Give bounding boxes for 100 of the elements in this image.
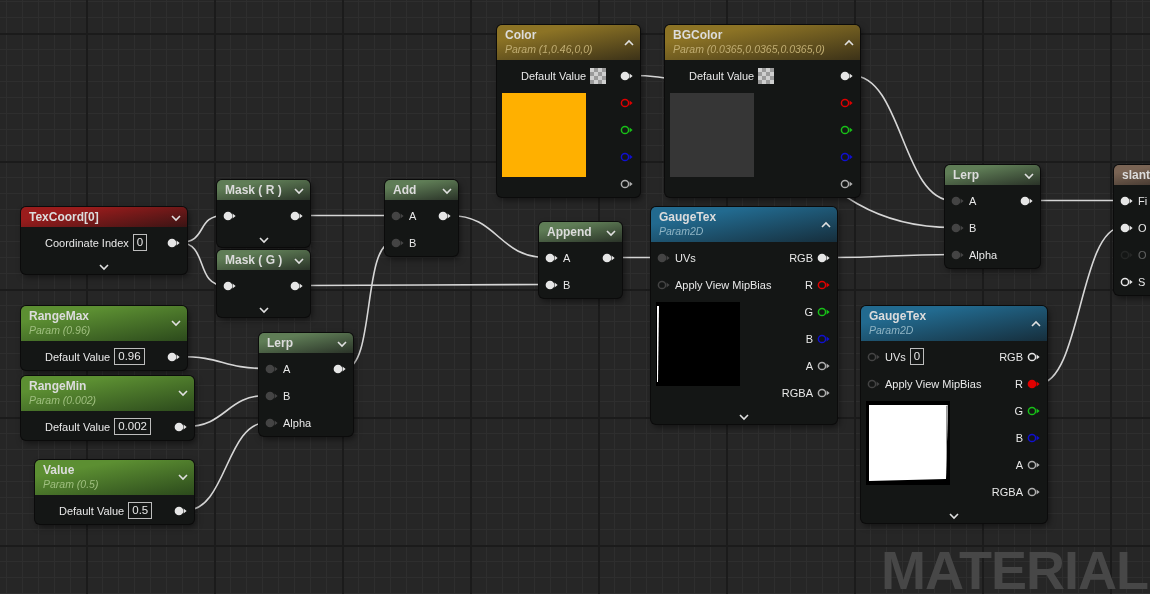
node-header[interactable]: GaugeTex Param2D [861, 306, 1047, 341]
value-field[interactable]: 0.96 [114, 348, 145, 365]
graph-node[interactable]: GaugeTex Param2D UVs 0 Apply View MipBias RGB R G B A RGBA [861, 306, 1047, 523]
chevron-down-icon[interactable] [171, 215, 181, 222]
pin-icon[interactable] [223, 280, 237, 291]
pin-label: Default Value [45, 420, 111, 433]
pin-label: RGB [999, 350, 1023, 363]
graph-node[interactable]: Color Param (1,0.46,0,0) Default Value [497, 25, 640, 197]
graph-node[interactable]: Append A B [539, 222, 622, 298]
value-field[interactable]: 0 [132, 234, 148, 251]
graph-node[interactable]: BGColor Param (0.0365,0.0365,0.0365,0) Default Value [665, 25, 860, 197]
chevron-down-icon[interactable] [99, 264, 109, 271]
node-subtitle: Param (0.96) [29, 323, 91, 338]
chevron-down-icon[interactable] [258, 237, 269, 244]
pin-icon[interactable] [1027, 486, 1041, 497]
pin-label: B [563, 278, 571, 291]
pin-icon[interactable] [840, 124, 854, 135]
pin-icon[interactable] [174, 505, 188, 516]
node-subtitle: Param (0.5) [43, 477, 99, 492]
pin-icon[interactable] [620, 178, 634, 189]
chevron-down-icon[interactable] [442, 188, 452, 195]
pin-icon[interactable] [545, 279, 559, 290]
value-field[interactable]: 0.5 [128, 502, 153, 519]
pin-icon[interactable] [333, 363, 347, 374]
pin-icon[interactable] [817, 306, 831, 317]
chevron-down-icon[interactable] [949, 513, 959, 520]
node-title: GaugeTex [659, 210, 717, 224]
chevron-up-icon[interactable] [821, 221, 831, 228]
graph-node[interactable]: GaugeTex Param2D UVs Apply View MipBias RGB R G B A RGBA [651, 207, 837, 424]
node-header[interactable]: slant [1114, 165, 1150, 185]
graph-node[interactable]: Mask ( R ) [217, 180, 310, 247]
pin-icon[interactable] [1020, 195, 1034, 206]
graph-node[interactable]: Add A B [385, 180, 458, 256]
node-header[interactable]: TexCoord[0] [21, 207, 187, 227]
pin-label: Default Value [45, 350, 111, 363]
node-subtitle: Param2D [869, 323, 915, 338]
pin-icon[interactable] [602, 252, 616, 263]
pin-icon[interactable] [817, 252, 831, 263]
pin-icon[interactable] [620, 70, 634, 81]
node-subtitle: Param (0.0365,0.0365,0.0365,0) [673, 42, 825, 57]
node-subtitle: Param2D [659, 224, 705, 239]
chevron-down-icon[interactable] [294, 188, 304, 195]
chevron-down-icon[interactable] [606, 230, 616, 237]
pin-icon[interactable] [1027, 459, 1041, 470]
node-title: Lerp [267, 336, 293, 350]
node-header[interactable]: Append [539, 222, 622, 242]
chevron-down-icon[interactable] [739, 414, 749, 421]
pin-icon[interactable] [1120, 276, 1134, 287]
graph-node[interactable]: Lerp A B Alpha [945, 165, 1040, 268]
graph-node[interactable]: RangeMin Param (0.002) Default Value 0.002 [21, 376, 194, 440]
value-field[interactable]: 0.002 [114, 418, 151, 435]
pin-icon[interactable] [840, 178, 854, 189]
chevron-down-icon[interactable] [258, 307, 269, 314]
pin-label: B [969, 221, 977, 234]
node-header[interactable]: Lerp [945, 165, 1040, 185]
graph-node[interactable]: TexCoord[0] Coordinate Index 0 [21, 207, 187, 274]
pin-label: RGB [789, 251, 813, 264]
pin-icon[interactable] [545, 252, 559, 263]
chevron-up-icon[interactable] [844, 39, 854, 46]
node-header[interactable]: BGColor Param (0.0365,0.0365,0.0365,0) [665, 25, 860, 60]
graph-node[interactable]: Mask ( G ) [217, 250, 310, 317]
graph-node[interactable]: Value Param (0.5) Default Value 0.5 [35, 460, 194, 524]
pin-icon[interactable] [1027, 405, 1041, 416]
pin-icon[interactable] [167, 351, 181, 362]
node-header[interactable]: Add [385, 180, 458, 200]
node-header[interactable]: Lerp [259, 333, 353, 353]
pin-icon[interactable] [167, 237, 181, 248]
pin-icon[interactable] [817, 360, 831, 371]
pin-icon[interactable] [290, 210, 304, 221]
pin-label: G [804, 305, 813, 318]
chevron-down-icon[interactable] [1024, 173, 1034, 180]
pin-label: G [1014, 404, 1023, 417]
pin-icon[interactable] [438, 210, 452, 221]
chevron-up-icon[interactable] [624, 39, 634, 46]
pin-label: Alpha [283, 416, 312, 429]
pin-icon[interactable] [1027, 351, 1041, 362]
node-header[interactable]: Mask ( G ) [217, 250, 310, 270]
pin-label: A [805, 359, 813, 372]
pin-icon[interactable] [620, 124, 634, 135]
chevron-down-icon[interactable] [294, 258, 304, 265]
chevron-up-icon[interactable] [1031, 320, 1041, 327]
pin-label: Coordinate Index [45, 236, 129, 249]
node-header[interactable]: GaugeTex Param2D [651, 207, 837, 242]
node-title: RangeMin [29, 379, 88, 393]
graph-node[interactable]: Lerp A B Alpha [259, 333, 353, 436]
pin-icon[interactable] [1120, 222, 1134, 233]
pin-icon[interactable] [174, 421, 188, 432]
pin-label: Default Value [59, 504, 125, 517]
graph-node[interactable]: RangeMax Param (0.96) Default Value 0.96 [21, 306, 187, 370]
pin-label: RGBA [991, 485, 1023, 498]
pin-label: B [805, 332, 813, 345]
pin-icon[interactable] [1120, 195, 1134, 206]
pin-icon[interactable] [840, 70, 854, 81]
node-header[interactable]: Mask ( R ) [217, 180, 310, 200]
value-field[interactable]: 0 [909, 348, 925, 365]
pin-icon[interactable] [817, 387, 831, 398]
pin-icon[interactable] [290, 280, 304, 291]
chevron-down-icon[interactable] [337, 341, 347, 348]
pin-label: S [1138, 275, 1146, 288]
pin-icon[interactable] [223, 210, 237, 221]
